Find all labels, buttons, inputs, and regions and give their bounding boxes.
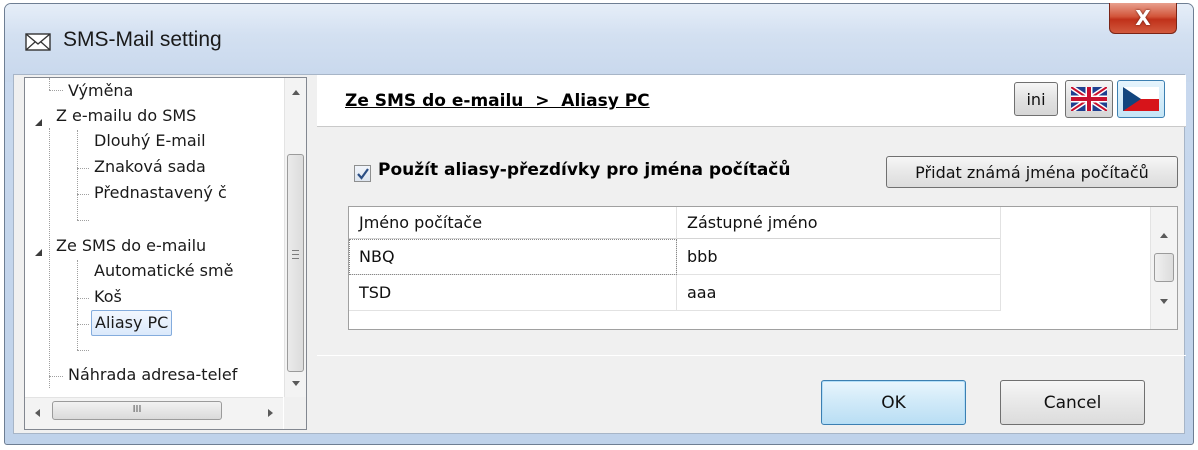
tree-line — [77, 194, 89, 195]
add-known-names-button[interactable]: Přidat známá jména počítačů — [886, 156, 1178, 188]
scrollbar-thumb[interactable]: III — [52, 401, 222, 420]
dialog-client-area: Výměna Z e-mailu do SMS Dlouhý E-mail Zn… — [13, 74, 1186, 434]
tree-line — [49, 78, 50, 90]
envelope-icon — [25, 33, 51, 51]
tree-item-label: Dlouhý E-mail — [94, 131, 206, 150]
grip-icon: III — [132, 404, 142, 415]
scroll-right-arrow-icon[interactable] — [268, 409, 273, 417]
uk-flag-icon — [1071, 87, 1107, 111]
tree-vertical-scrollbar[interactable] — [284, 78, 306, 398]
tree-line — [77, 130, 78, 220]
tree-item-label: Ze SMS do e-mailu — [56, 236, 207, 255]
alias-settings-panel: Použít aliasy-přezdívky pro jména počíta… — [317, 128, 1186, 340]
grid-cell-alias-name[interactable]: aaa — [677, 275, 1001, 311]
grip-line — [292, 250, 299, 251]
window-title: SMS-Mail setting — [63, 28, 222, 51]
page-header: Ze SMS do e-mailu > Aliasy PC ini — [317, 75, 1186, 127]
use-aliases-label[interactable]: Použít aliasy-přezdívky pro jména počíta… — [378, 160, 790, 180]
scroll-up-arrow-icon[interactable] — [1160, 233, 1168, 238]
tree-expander-icon[interactable] — [35, 119, 42, 126]
tree-item-label: Znaková sada — [94, 157, 206, 176]
scroll-down-arrow-icon[interactable] — [292, 381, 300, 386]
tree-line — [49, 90, 63, 91]
grip-line — [292, 258, 299, 259]
tree-item-kos[interactable]: Koš — [91, 284, 125, 310]
english-language-button[interactable] — [1065, 80, 1113, 118]
tree-line — [49, 376, 63, 377]
close-icon: X — [1135, 6, 1151, 30]
tree-horizontal-scrollbar[interactable]: III — [25, 397, 283, 429]
tree-item-email-to-sms[interactable]: Z e-mailu do SMS — [53, 103, 199, 129]
checkmark-icon — [357, 168, 369, 180]
tree-item-label: Z e-mailu do SMS — [56, 106, 197, 125]
settings-tree[interactable]: Výměna Z e-mailu do SMS Dlouhý E-mail Zn… — [24, 77, 307, 430]
ok-button[interactable]: OK — [821, 380, 966, 425]
tree-item-label: Výměna — [68, 81, 134, 100]
grip-line — [292, 254, 299, 255]
tree-item-znakova-sada[interactable]: Znaková sada — [91, 154, 209, 180]
scroll-up-arrow-icon[interactable] — [292, 90, 300, 95]
czech-language-button[interactable] — [1117, 80, 1165, 118]
tree-item-sms-to-email[interactable]: Ze SMS do e-mailu — [53, 233, 209, 259]
tree-line — [77, 298, 89, 299]
dialog-window: SMS-Mail setting X Výměna Z e-mailu do S… — [4, 3, 1194, 445]
grid-cell-computer-name[interactable]: TSD — [349, 275, 677, 311]
aliases-grid[interactable]: Jméno počítače Zástupné jméno NBQ bbb TS… — [348, 206, 1178, 330]
tree-item-label: Přednastavený č — [94, 183, 227, 202]
scroll-down-arrow-icon[interactable] — [1160, 299, 1168, 304]
scrollbar-corner — [284, 397, 306, 429]
tree-item-label: Aliasy PC — [91, 310, 173, 336]
tree-content: Výměna Z e-mailu do SMS Dlouhý E-mail Zn… — [25, 78, 283, 398]
tree-item-label: Náhrada adresa-telef — [68, 365, 238, 384]
tree-line — [77, 350, 89, 351]
cancel-button[interactable]: Cancel — [1000, 380, 1145, 425]
use-aliases-checkbox[interactable] — [354, 165, 371, 182]
footer-divider — [317, 355, 1186, 356]
grid-cell-computer-name[interactable]: NBQ — [349, 239, 677, 275]
tree-item-prednastaveny[interactable]: Přednastavený č — [91, 180, 230, 206]
grid-vertical-scrollbar[interactable] — [1150, 207, 1177, 329]
close-button[interactable]: X — [1109, 3, 1177, 34]
tree-line — [77, 220, 89, 221]
ini-button[interactable]: ini — [1014, 82, 1058, 116]
scrollbar-thumb[interactable] — [287, 154, 304, 372]
column-header-alias-name[interactable]: Zástupné jméno — [677, 207, 1001, 239]
tree-line — [77, 324, 89, 325]
tree-item-dlouhy-email[interactable]: Dlouhý E-mail — [91, 128, 209, 154]
tree-item-label: Koš — [94, 287, 122, 306]
tree-item-label: Automatické smě — [94, 261, 234, 280]
tree-item-nahrada[interactable]: Náhrada adresa-telef — [65, 362, 240, 388]
grid-cell-alias-name[interactable]: bbb — [677, 239, 1001, 275]
tree-line — [49, 128, 50, 388]
tree-item-vymena[interactable]: Výměna — [65, 78, 136, 104]
czech-flag-icon — [1123, 87, 1159, 111]
tree-expander-icon[interactable] — [35, 249, 42, 256]
breadcrumb[interactable]: Ze SMS do e-mailu > Aliasy PC — [345, 91, 650, 111]
scrollbar-thumb[interactable] — [1154, 253, 1174, 282]
tree-item-aliasy-pc[interactable]: Aliasy PC — [91, 310, 173, 336]
grid-header: Jméno počítače Zástupné jméno — [349, 207, 1001, 239]
scroll-left-arrow-icon[interactable] — [35, 409, 40, 417]
title-bar[interactable]: SMS-Mail setting X — [5, 3, 1193, 82]
tree-item-automaticke[interactable]: Automatické smě — [91, 258, 236, 284]
column-header-computer-name[interactable]: Jméno počítače — [349, 207, 677, 239]
tree-line — [77, 168, 89, 169]
tree-line — [77, 260, 78, 350]
